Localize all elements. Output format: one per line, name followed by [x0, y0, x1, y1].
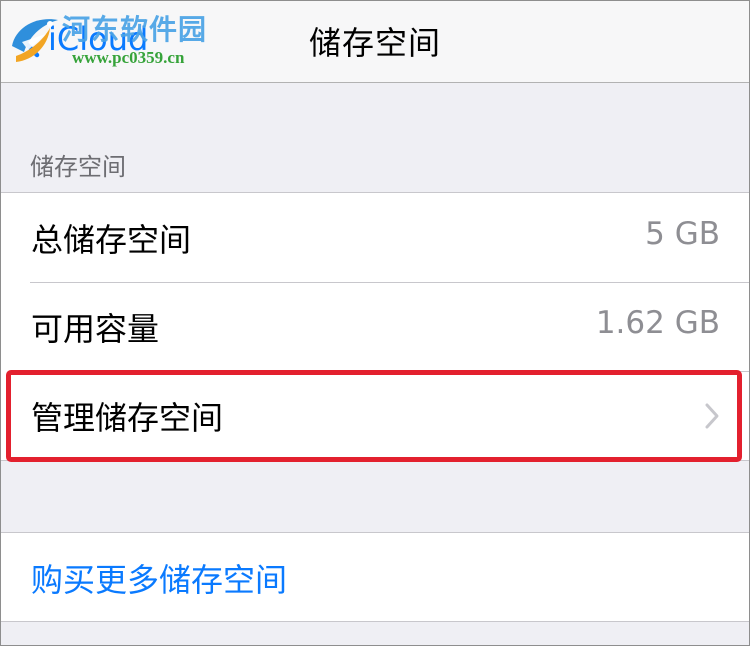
- available-capacity-value: 1.62 GB: [595, 305, 720, 341]
- chevron-right-icon: [705, 403, 719, 429]
- total-storage-value: 5 GB: [645, 216, 720, 252]
- storage-group: 总储存空间 5 GB 可用容量 1.62 GB 管理储存空间: [0, 192, 750, 461]
- total-storage-label: 总储存空间: [31, 221, 192, 259]
- page-title: 储存空间: [308, 24, 441, 62]
- storage-section-header: 储存空间: [30, 153, 126, 181]
- buy-more-storage-link[interactable]: 购买更多储存空间: [31, 555, 287, 601]
- navigation-bar: iCloud 储存空间: [0, 0, 750, 83]
- total-storage-row: 总储存空间 5 GB: [0, 193, 750, 282]
- buy-more-group: 购买更多储存空间: [0, 532, 750, 622]
- available-capacity-row: 可用容量 1.62 GB: [0, 282, 750, 371]
- manage-storage-label: 管理储存空间: [31, 399, 224, 437]
- manage-storage-row[interactable]: 管理储存空间: [0, 371, 750, 460]
- available-capacity-label: 可用容量: [31, 310, 160, 348]
